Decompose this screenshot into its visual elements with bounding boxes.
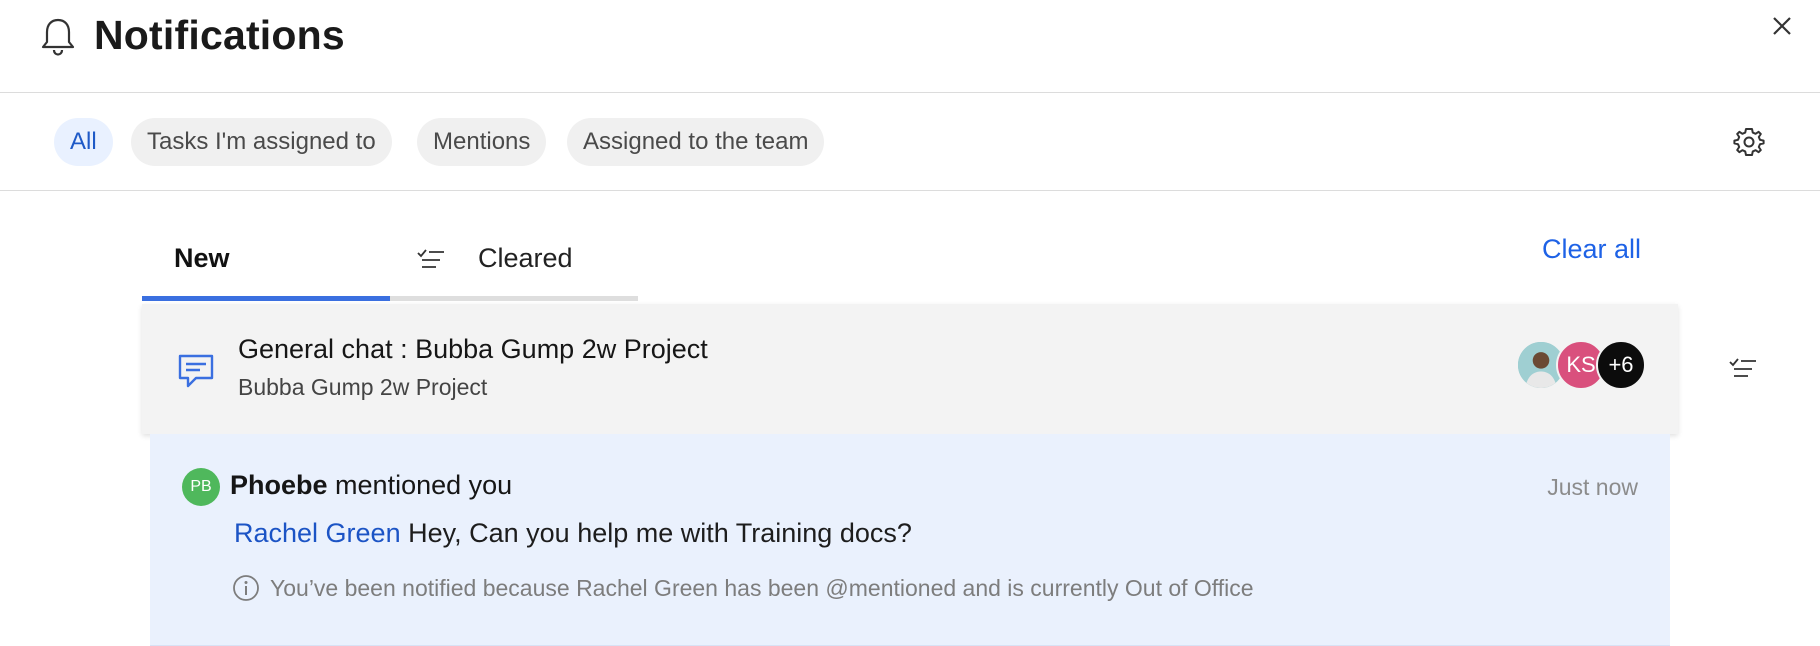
avatar: PB [182, 468, 220, 506]
filter-chip-label: Assigned to the team [583, 128, 809, 155]
message-text: Hey, Can you help me with Training docs? [408, 518, 912, 548]
clear-list-icon[interactable] [1728, 356, 1758, 378]
tab-label: New [174, 243, 230, 273]
notification-reason: You’ve been notified because Rachel Gree… [270, 575, 1254, 601]
group-title: General chat : Bubba Gump 2w Project [238, 334, 708, 364]
close-icon[interactable] [1770, 14, 1794, 38]
clear-all-button[interactable]: Clear all [1542, 234, 1641, 265]
notification-tabs: New Cleared [142, 215, 638, 301]
filter-chip-mentions[interactable]: Mentions [417, 118, 547, 166]
mention-link[interactable]: Rachel Green [234, 518, 401, 548]
bell-icon [41, 18, 75, 56]
info-icon [233, 575, 259, 601]
notification-action: mentioned you [335, 470, 513, 500]
filter-bar: All Tasks I'm assigned to Mentions Assig… [0, 93, 1820, 191]
page-title: Notifications [94, 12, 345, 58]
tab-label: Cleared [478, 243, 573, 273]
avatar-overflow-count: +6 [1596, 340, 1646, 390]
participant-avatars[interactable]: KS +6 [1516, 340, 1646, 392]
notification-group-header[interactable]: General chat : Bubba Gump 2w Project Bub… [142, 304, 1678, 434]
gear-icon[interactable] [1733, 126, 1765, 158]
avatar-initials: PB [190, 478, 212, 495]
filter-chip-assigned-team[interactable]: Assigned to the team [567, 118, 825, 166]
filter-chip-all[interactable]: All [54, 118, 113, 166]
group-subtitle: Bubba Gump 2w Project [238, 374, 488, 400]
notification-summary: Phoebe mentioned you [230, 470, 512, 501]
avatar-more-count: +6 [1608, 352, 1634, 377]
filter-chip-tasks-assigned[interactable]: Tasks I'm assigned to [131, 118, 392, 166]
notification-message: Rachel Green Hey, Can you help me with T… [234, 518, 912, 549]
notification-item[interactable]: PB Phoebe mentioned you Just now Rachel … [150, 434, 1670, 646]
notifications-header: Notifications [0, 0, 1820, 93]
chat-icon [178, 354, 214, 388]
filter-chip-label: Tasks I'm assigned to [147, 128, 376, 155]
avatar-initials: KS [1566, 352, 1596, 377]
clear-list-icon [417, 249, 444, 268]
filter-chip-label: Mentions [433, 128, 531, 155]
tab-new[interactable]: New [142, 215, 390, 301]
tab-cleared[interactable]: Cleared [390, 215, 638, 301]
notification-time: Just now [1547, 474, 1638, 500]
actor-name: Phoebe [230, 470, 328, 500]
filter-chip-label: All [70, 128, 97, 155]
